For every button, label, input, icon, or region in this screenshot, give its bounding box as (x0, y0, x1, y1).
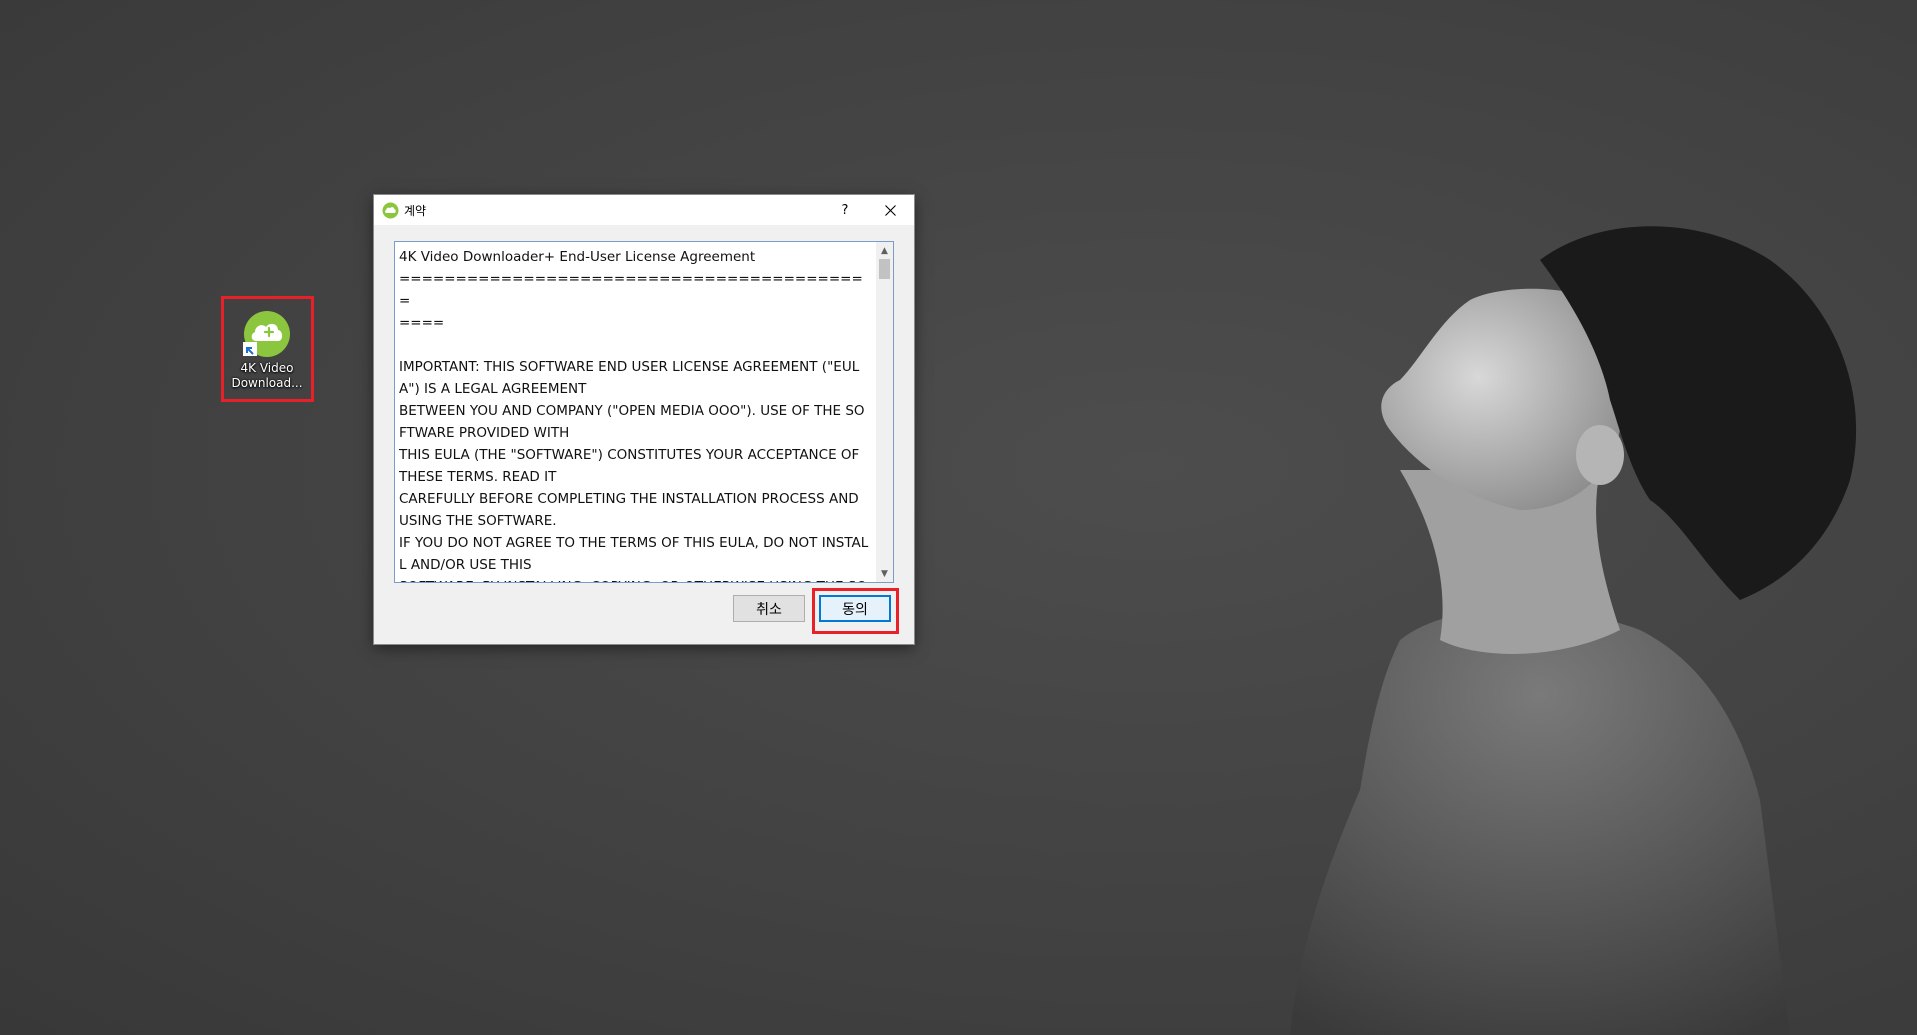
highlight-desktop-icon (221, 296, 314, 402)
dialog-title: 계약 (404, 204, 427, 218)
license-text: 4K Video Downloader+ End-User License Ag… (399, 249, 869, 582)
vertical-scrollbar[interactable]: ▲ ▼ (876, 242, 893, 582)
license-agreement-dialog: 계약 ? 4K Video Downloader+ End-User Licen… (374, 195, 914, 644)
help-button[interactable]: ? (825, 195, 865, 225)
dialog-titlebar[interactable]: 계약 ? (374, 195, 914, 225)
desktop: 4K Video Download... 계약 ? 4K Video Downl… (0, 0, 1917, 1035)
scrollbar-thumb[interactable] (879, 259, 890, 279)
scroll-down-arrow-icon[interactable]: ▼ (876, 565, 893, 582)
close-button[interactable] (870, 195, 910, 225)
cancel-button[interactable]: 취소 (733, 595, 805, 622)
close-icon (884, 204, 896, 216)
app-cloud-icon (382, 202, 399, 219)
highlight-agree-button (812, 588, 899, 634)
license-text-area[interactable]: 4K Video Downloader+ End-User License Ag… (394, 241, 894, 583)
wallpaper-photo (1290, 226, 1857, 1035)
scroll-up-arrow-icon[interactable]: ▲ (876, 242, 893, 259)
